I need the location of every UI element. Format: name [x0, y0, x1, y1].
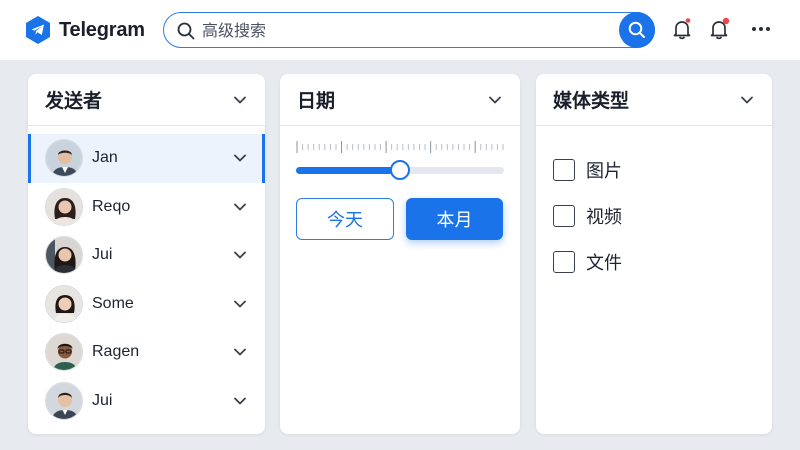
avatar: [45, 333, 83, 372]
top-bar: Telegram: [0, 0, 800, 60]
slider-fill: [296, 167, 400, 174]
date-range-slider[interactable]: [296, 160, 504, 180]
date-tick-ruler: [296, 141, 504, 153]
media-panel-header[interactable]: 媒体类型: [536, 74, 772, 126]
sender-panel-header[interactable]: 发送者: [28, 74, 265, 126]
sender-item-ragen[interactable]: Ragen: [28, 328, 265, 377]
media-option-photo[interactable]: 图片: [553, 147, 772, 193]
date-panel-title: 日期: [297, 90, 336, 112]
bell-outline-icon[interactable]: [707, 17, 731, 41]
avatar: [45, 236, 83, 275]
sender-panel-title: 发送者: [45, 90, 103, 112]
media-type-list: 图片 视频 文件: [536, 126, 772, 285]
notification-badge: [722, 17, 730, 25]
today-button[interactable]: 今天: [296, 198, 394, 240]
telegram-logo-icon: [26, 16, 50, 44]
chevron-down-icon[interactable]: [232, 296, 248, 312]
chevron-down-icon[interactable]: [232, 199, 248, 215]
media-option-label: 文件: [586, 253, 622, 274]
search-icon: [628, 21, 645, 38]
media-option-file[interactable]: 文件: [553, 239, 772, 285]
sender-item-reqo[interactable]: Reqo: [28, 183, 265, 232]
media-option-label: 图片: [586, 161, 622, 182]
sender-name: Jan: [92, 149, 118, 167]
sender-name: Reqo: [92, 197, 131, 215]
app-name: Telegram: [59, 18, 145, 41]
photo-checkbox[interactable]: [553, 159, 575, 181]
sender-name: Jui: [92, 391, 113, 409]
this-month-button[interactable]: 本月: [406, 198, 503, 240]
media-type-panel: 媒体类型 图片 视频 文件: [536, 74, 772, 434]
bell-icon[interactable]: [670, 17, 694, 41]
date-panel-header[interactable]: 日期: [280, 74, 520, 126]
search-button[interactable]: [619, 12, 655, 48]
chevron-down-icon[interactable]: [232, 92, 248, 108]
sender-list: Jan Reqo Jui Some Ragen Jui: [28, 126, 265, 425]
sender-filter-panel: 发送者 Jan Reqo Jui Some Ragen Jui: [28, 74, 265, 434]
media-option-label: 视频: [586, 207, 622, 228]
sender-item-jui-2[interactable]: Jui: [28, 377, 265, 426]
chevron-down-icon[interactable]: [232, 247, 248, 263]
media-option-video[interactable]: 视频: [553, 193, 772, 239]
avatar: [45, 284, 83, 323]
search-icon: [177, 22, 195, 40]
sender-item-some[interactable]: Some: [28, 280, 265, 329]
search-bar: [163, 12, 655, 48]
chevron-down-icon[interactable]: [232, 393, 248, 409]
search-input[interactable]: [202, 18, 572, 42]
avatar: [45, 187, 83, 226]
media-panel-title: 媒体类型: [553, 90, 630, 112]
file-checkbox[interactable]: [553, 251, 575, 273]
date-filter-panel: 日期 今天 本月: [280, 74, 520, 434]
avatar: [45, 381, 83, 420]
chevron-down-icon[interactable]: [487, 92, 503, 108]
chevron-down-icon[interactable]: [232, 344, 248, 360]
more-horizontal-icon[interactable]: [749, 17, 773, 41]
chevron-down-icon[interactable]: [232, 150, 248, 166]
sender-item-jui[interactable]: Jui: [28, 231, 265, 280]
avatar: [45, 139, 83, 178]
sender-name: Ragen: [92, 343, 140, 361]
slider-thumb[interactable]: [390, 160, 410, 180]
sender-item-jan[interactable]: Jan: [28, 134, 265, 183]
notification-dot: [685, 18, 691, 23]
sender-name: Jui: [92, 246, 113, 264]
sender-name: Some: [92, 294, 134, 312]
app-logo[interactable]: Telegram: [25, 15, 145, 45]
chevron-down-icon[interactable]: [739, 92, 755, 108]
video-checkbox[interactable]: [553, 205, 575, 227]
